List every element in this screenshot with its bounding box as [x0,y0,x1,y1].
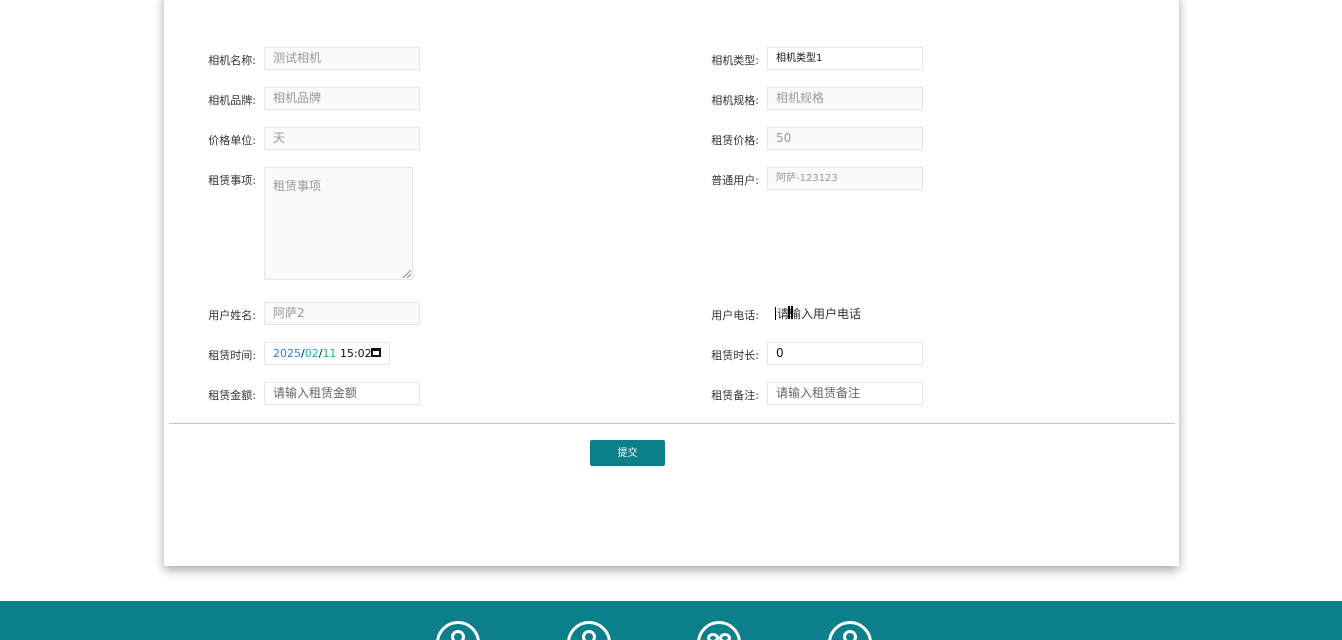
price-unit-input[interactable]: 天 [264,127,420,150]
rent-time-year: 2025 [273,347,301,360]
page: 相机名称: 测试相机 相机类型: 相机类型1 相机品牌: 相机品牌 相机规格: … [0,0,1342,640]
camera-brand-input[interactable]: 相机品牌 [264,87,420,110]
rent-price-label: 租赁价格: [711,134,759,147]
camera-brand-label: 相机品牌: [208,94,256,107]
price-unit-label: 价格单位: [208,134,256,147]
rent-notes-label: 租赁事项: [208,174,256,187]
rent-time-clock: 15:02 [339,347,372,360]
rent-price-input[interactable]: 50 [767,127,923,150]
form-card: 相机名称: 测试相机 相机类型: 相机类型1 相机品牌: 相机品牌 相机规格: … [164,0,1179,566]
camera-spec-input[interactable]: 相机规格 [767,87,923,110]
rent-remark-input[interactable]: 请输入租赁备注 [767,382,923,405]
contact-icon[interactable] [828,621,872,640]
camera-type-select[interactable]: 相机类型1 [767,47,923,70]
text-cursor-icon [788,306,793,319]
rent-time-day: 11 [322,347,337,360]
contact-icon-inner [843,630,857,640]
footer-bar [0,601,1342,640]
location-icon-inner [451,630,465,640]
rent-duration-label: 租赁时长: [711,349,759,362]
resize-grip-icon[interactable] [403,270,411,278]
camera-name-input[interactable]: 测试相机 [264,47,420,70]
form-divider [169,423,1175,424]
location-icon[interactable] [436,621,480,640]
user-phone-label: 用户电话: [711,309,759,322]
rent-notes-textarea[interactable]: 租赁事项 [264,167,413,280]
text-caret [775,307,776,320]
submit-button[interactable]: 提交 [590,440,665,466]
camera-type-label: 相机类型: [711,54,759,67]
regular-user-label: 普通用户: [711,174,759,187]
user-name-input[interactable]: 阿萨2 [264,302,420,325]
rent-time-label: 租赁时间: [208,349,256,362]
rent-time-month: 02 [304,347,319,360]
group-icon-left [707,633,719,640]
rent-notes-placeholder: 租赁事项 [273,179,322,193]
camera-name-label: 相机名称: [208,54,256,67]
calendar-icon[interactable] [371,348,381,357]
group-icon[interactable] [697,621,741,640]
group-icon-right [719,633,731,640]
rent-amount-label: 租赁金额: [208,389,256,402]
rent-amount-input[interactable]: 请输入租赁金额 [264,382,420,405]
user-icon[interactable] [567,621,611,640]
rent-duration-input[interactable]: 0 [767,342,923,365]
user-icon-inner [582,630,596,640]
rent-remark-label: 租赁备注: [711,389,759,402]
rent-time-datetime-input[interactable]: 2025/02/11 15:02 [264,342,390,365]
regular-user-input[interactable]: 阿萨-123123 [767,167,923,190]
user-name-label: 用户姓名: [208,309,256,322]
camera-spec-label: 相机规格: [711,94,759,107]
